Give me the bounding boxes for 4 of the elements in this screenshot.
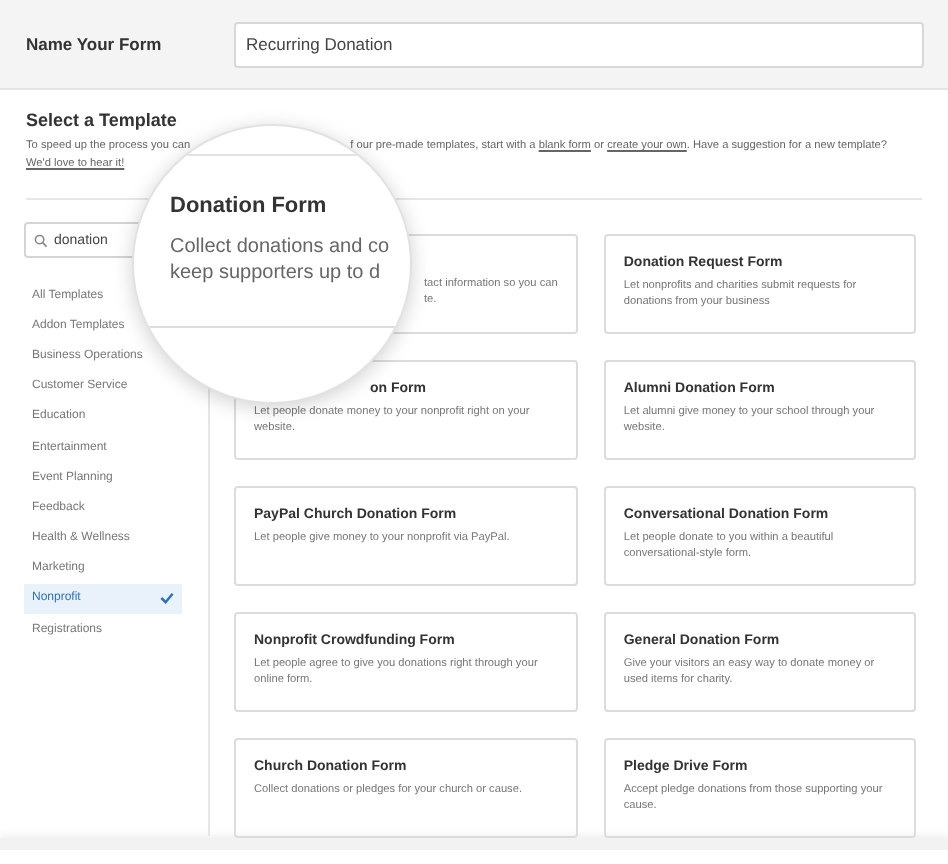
template-description: keep supporters up to d <box>170 260 383 286</box>
field-label: Name Your Form <box>26 34 164 54</box>
template-title: Donation Form <box>170 194 329 218</box>
section-title: Select a Template <box>26 110 179 130</box>
